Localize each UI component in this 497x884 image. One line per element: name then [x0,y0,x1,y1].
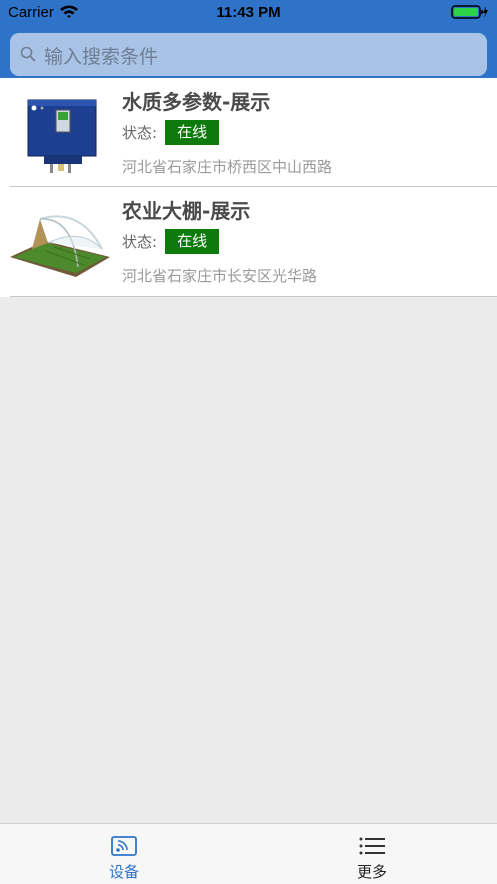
status-label: 状态: [122,233,158,251]
status-badge: 在线 [165,120,220,145]
status-row: 状态: 在线 [122,120,220,145]
tab-bar: 设备 更多 [0,823,497,884]
devices-icon [111,836,137,860]
tab-devices[interactable]: 设备 [0,824,248,884]
search-input[interactable]: 输入搜索条件 [44,42,158,69]
water-quality-device-icon [10,88,110,176]
tab-devices-label: 设备 [108,863,139,881]
status-label: 状态: [122,124,158,142]
device-address: 河北省石家庄市桥西区中山西路 [122,158,333,176]
search-icon [20,46,36,66]
list-menu-icon [359,836,385,860]
device-address: 河北省石家庄市长安区光华路 [122,267,318,285]
status-row: 状态: 在线 [122,229,220,254]
battery-icon [451,4,489,24]
device-list: 水质多参数-展示 状态: 在线 河北省石家庄市桥西区中山西路 农业大棚-展示 状… [0,78,497,297]
device-row-greenhouse[interactable]: 农业大棚-展示 状态: 在线 河北省石家庄市长安区光华路 [10,187,497,297]
greenhouse-icon [10,197,110,285]
clock: 11:43 PM [216,4,281,21]
device-row-water-quality[interactable]: 水质多参数-展示 状态: 在线 河北省石家庄市桥西区中山西路 [10,78,497,187]
status-bar: Carrier 11:43 PM [0,0,497,26]
search-bar[interactable]: 输入搜索条件 [10,33,487,76]
device-title: 水质多参数-展示 [122,90,271,114]
device-title: 农业大棚-展示 [122,199,251,223]
top-header: Carrier 11:43 PM 输入搜索条件 [0,0,497,78]
tab-more[interactable]: 更多 [248,824,496,884]
status-badge: 在线 [165,229,220,254]
tab-more-label: 更多 [356,863,387,881]
